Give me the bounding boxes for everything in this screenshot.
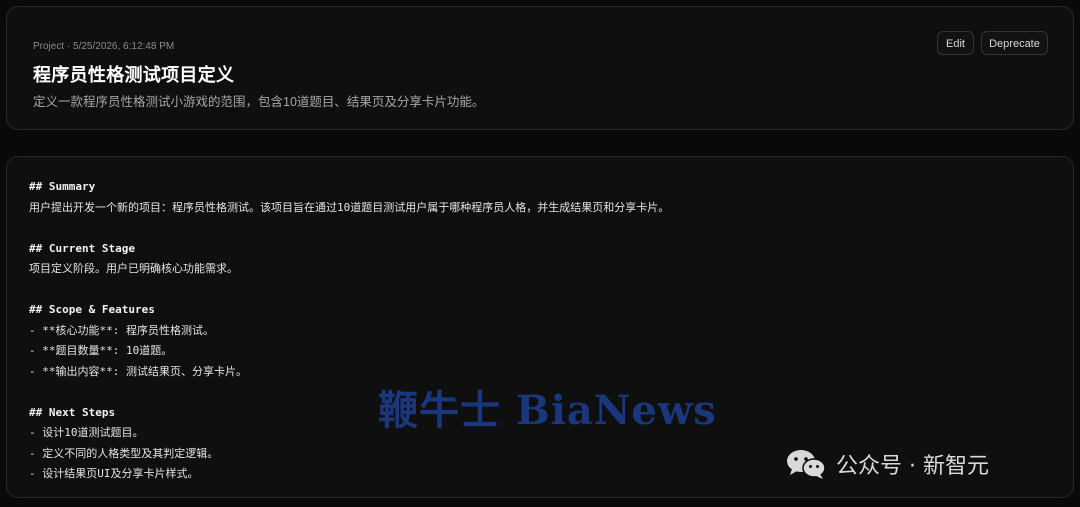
content-line: ## Scope & Features [29,303,155,316]
bianews-watermark: 鞭牛士 BiaNews [378,387,717,434]
page-title: 程序员性格测试项目定义 [33,65,235,85]
content-line: - **题目数量**: 10道题。 [29,344,173,357]
wechat-watermark: 公众号 · 新智元 [784,446,989,482]
deprecate-button[interactable]: Deprecate [981,31,1048,55]
content-line: - 定义不同的人格类型及其判定逻辑。 [29,446,219,460]
project-meta: Project · 5/25/2026, 6:12:48 PM [33,41,175,52]
content-line: - **核心功能**: 程序员性格测试。 [29,323,214,337]
content-line: 用户提出开发一个新的项目：程序员性格测试。该项目旨在通过10道题目测试用户属于哪… [29,200,670,214]
content-line [29,280,669,301]
edit-button[interactable]: Edit [937,31,974,55]
markdown-content: ## Summary 用户提出开发一个新的项目：程序员性格测试。该项目旨在通过1… [29,177,669,485]
content-line: ## Current Stage [29,241,135,255]
content-line [29,218,669,239]
wechat-watermark-text: 公众号 · 新智元 [836,454,989,479]
project-header-card: Project · 5/25/2026, 6:12:48 PM 程序员性格测试项… [6,6,1074,130]
project-description: 定义一款程序员性格测试小游戏的范围，包含10道题目、结果页及分享卡片功能。 [33,95,485,109]
content-line: 项目定义阶段。用户已明确核心功能需求。 [29,262,238,275]
content-line: ## Summary [29,180,96,193]
wechat-icon [787,450,826,479]
content-line: - 设计结果页UI及分享卡片样式。 [29,467,199,480]
